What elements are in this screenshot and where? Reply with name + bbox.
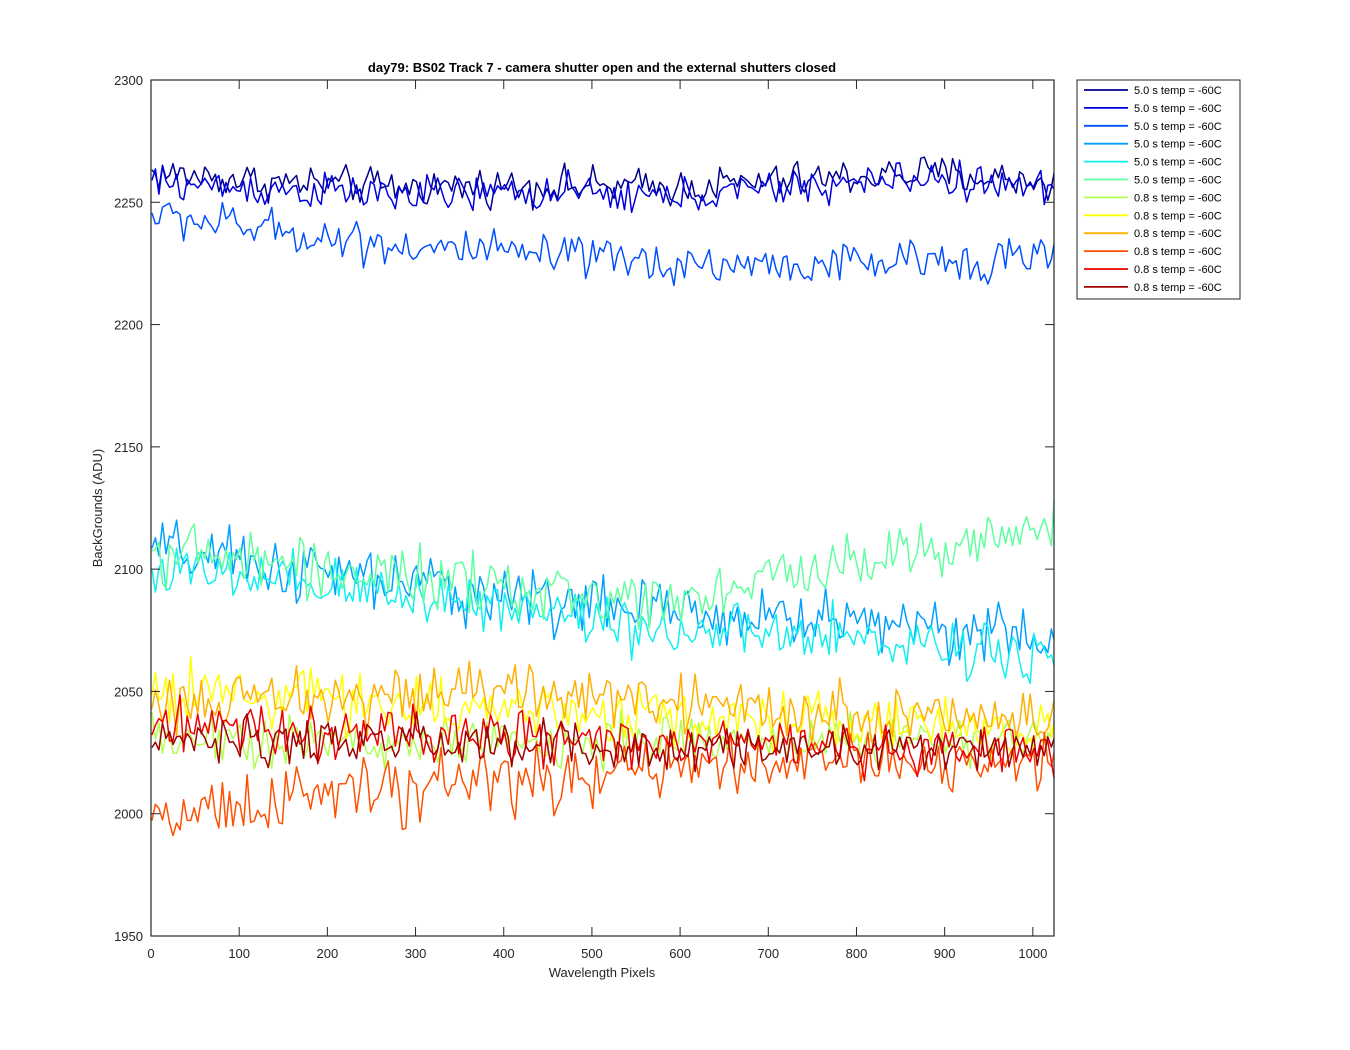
x-axis-label: Wavelength Pixels <box>549 965 656 980</box>
x-tick-label: 500 <box>581 946 603 961</box>
x-tick-label: 0 <box>147 946 154 961</box>
legend-label: 5.0 s temp = -60C <box>1134 121 1222 133</box>
legend-label: 0.8 s temp = -60C <box>1134 246 1222 258</box>
legend-label: 0.8 s temp = -60C <box>1134 264 1222 276</box>
x-tick-label: 900 <box>934 946 956 961</box>
legend: 5.0 s temp = -60C 5.0 s temp = -60C 5.0 s … <box>1076 79 1241 300</box>
legend-label: 0.8 s temp = -60C <box>1134 282 1222 294</box>
chart-title: day79: BS02 Track 7 - camera shutter ope… <box>368 60 836 75</box>
y-tick-label: 2000 <box>114 807 143 822</box>
y-tick-label: 2200 <box>114 318 143 333</box>
plot-background <box>151 80 1054 936</box>
y-tick-label: 2300 <box>114 73 143 88</box>
legend-label: 5.0 s temp = -60C <box>1134 85 1222 97</box>
legend-label: 5.0 s temp = -60C <box>1134 157 1222 169</box>
x-tick-label: 200 <box>317 946 339 961</box>
figure: 0 100 200 300 400 500 600 700 800 900 1000 1950 200… <box>0 0 1350 1050</box>
x-tick-label: 300 <box>405 946 427 961</box>
legend-label: 5.0 s temp = -60C <box>1134 139 1222 151</box>
legend-label: 0.8 s temp = -60C <box>1134 228 1222 240</box>
x-tick-label: 600 <box>669 946 691 961</box>
y-tick-label: 2050 <box>114 684 143 699</box>
line-chart: 0 100 200 300 400 500 600 700 800 900 1000 1950 200… <box>90 60 1241 980</box>
x-tick-label: 100 <box>228 946 250 961</box>
y-tick-label: 2250 <box>114 195 143 210</box>
x-tick-label: 800 <box>846 946 868 961</box>
legend-label: 0.8 s temp = -60C <box>1134 192 1222 204</box>
y-tick-label: 2100 <box>114 562 143 577</box>
x-tick-label: 1000 <box>1018 946 1047 961</box>
x-tick-label: 400 <box>493 946 515 961</box>
y-axis-label: BackGrounds (ADU) <box>90 449 105 567</box>
y-tick-label: 1950 <box>114 929 143 944</box>
x-tick-label: 700 <box>757 946 779 961</box>
legend-label: 5.0 s temp = -60C <box>1134 103 1222 115</box>
y-tick-label: 2150 <box>114 440 143 455</box>
legend-label: 0.8 s temp = -60C <box>1134 210 1222 222</box>
legend-label: 5.0 s temp = -60C <box>1134 175 1222 187</box>
